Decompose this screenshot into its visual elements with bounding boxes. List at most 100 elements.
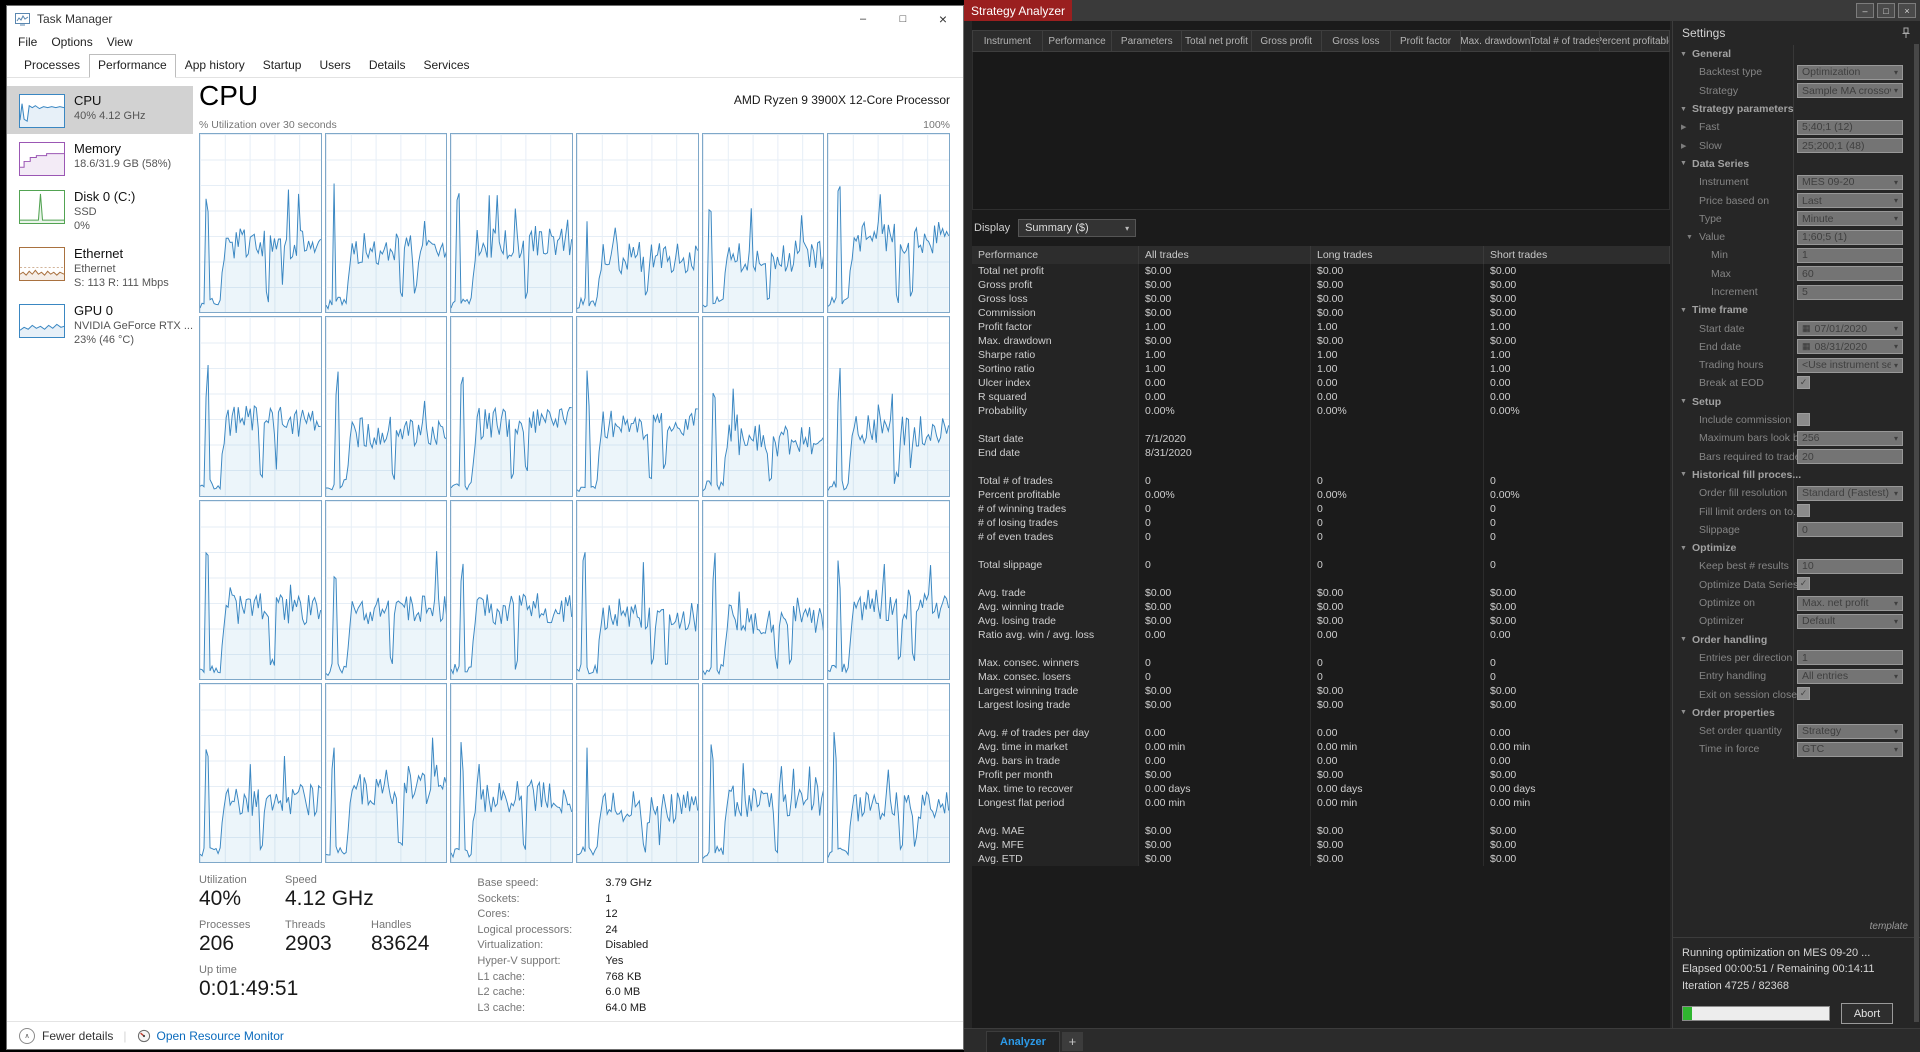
tab-app-history[interactable]: App history	[176, 54, 254, 77]
results-column-max-drawdown[interactable]: Max. drawdown	[1461, 31, 1531, 51]
maximum-bars-look-b-dropdown[interactable]: 256 ▾	[1797, 430, 1903, 446]
instrument-dropdown[interactable]: MES 09-20 ▾	[1797, 174, 1903, 190]
start-date-datepicker[interactable]: ▦ 07/01/2020 ▾	[1797, 321, 1903, 337]
strategy-dropdown[interactable]: Sample MA crossover▾	[1797, 83, 1903, 99]
section-collapse-icon[interactable]: ▼	[1680, 471, 1692, 478]
settings-scrollbar[interactable]	[1914, 44, 1919, 1022]
close-icon[interactable]: ×	[923, 6, 963, 32]
section-collapse-icon[interactable]: ▼	[1680, 636, 1692, 643]
column-header-short-trades[interactable]: Short trades	[1484, 246, 1670, 264]
window-title-tab[interactable]: Strategy Analyzer	[964, 0, 1073, 21]
include-commission-checkbox[interactable]	[1797, 412, 1810, 426]
time-in-force-dropdown[interactable]: GTC ▾	[1797, 741, 1903, 757]
section-collapse-icon[interactable]: ▼	[1680, 545, 1692, 552]
row-label	[972, 810, 1139, 824]
section-collapse-icon[interactable]: ▼	[1680, 51, 1692, 58]
menu-file[interactable]: File	[11, 34, 44, 50]
column-header-performance[interactable]: Performance	[972, 246, 1139, 264]
trading-hours-dropdown[interactable]: <Use instrument set...▾	[1797, 357, 1903, 373]
value-input[interactable]: 1;60;5 (1)	[1797, 229, 1903, 245]
price-based-on-dropdown[interactable]: Last ▾	[1797, 193, 1903, 209]
cell-value: 1.00	[1311, 320, 1484, 334]
set-order-quantity-dropdown[interactable]: Strategy ▾	[1797, 723, 1903, 739]
results-column-gross-loss[interactable]: Gross loss	[1322, 31, 1392, 51]
tab-processes[interactable]: Processes	[15, 54, 89, 77]
keep-best-results-input[interactable]: 10	[1797, 558, 1903, 574]
results-column-percent-profitable[interactable]: Percent profitable	[1600, 31, 1669, 51]
sidebar-item-cpu[interactable]: CPU 40% 4.12 GHz	[7, 86, 193, 134]
fewer-details-button[interactable]: ∧ Fewer details	[19, 1027, 113, 1044]
results-column-instrument[interactable]: Instrument	[973, 31, 1043, 51]
open-resource-monitor-link[interactable]: Open Resource Monitor	[137, 1029, 284, 1043]
task-manager-titlebar[interactable]: Task Manager – □ ×	[7, 6, 963, 32]
core-utilization-graph	[324, 316, 448, 497]
settings-row: Time in force GTC ▾	[1673, 740, 1912, 758]
results-column-gross-profit[interactable]: Gross profit	[1252, 31, 1322, 51]
section-collapse-icon[interactable]: ▼	[1680, 398, 1692, 405]
minimize-icon[interactable]: –	[1856, 3, 1874, 18]
fill-limit-orders-on-to-checkbox[interactable]	[1797, 504, 1810, 518]
abort-button[interactable]: Abort	[1841, 1003, 1893, 1024]
slippage-input[interactable]: 0	[1797, 522, 1903, 538]
tab-users[interactable]: Users	[310, 54, 359, 77]
strategy-analyzer-titlebar[interactable]: Strategy Analyzer – □ ×	[964, 0, 1920, 21]
expander-icon[interactable]: ▶	[1681, 123, 1686, 131]
close-icon[interactable]: ×	[1898, 3, 1916, 18]
expander-icon[interactable]: ▶	[1681, 142, 1686, 150]
template-link[interactable]: template	[1870, 921, 1908, 932]
cell-value: 0	[1139, 558, 1311, 572]
results-column-total-net-profit[interactable]: Total net profit	[1182, 31, 1252, 51]
fast-input[interactable]: 5;40;1 (12)	[1797, 119, 1903, 135]
disk-thumbnail-graph	[19, 190, 65, 224]
sidebar-item-gpu[interactable]: GPU 0 NVIDIA GeForce RTX ... 23% (46 °C)	[7, 296, 193, 353]
results-column-total-of-trades[interactable]: Total # of trades	[1531, 31, 1601, 51]
cpu-panel: CPU AMD Ryzen 9 3900X 12-Core Processor …	[193, 78, 963, 1021]
display-dropdown[interactable]: Summary ($) ▾	[1018, 219, 1137, 237]
section-collapse-icon[interactable]: ▼	[1680, 106, 1692, 113]
bars-required-to-trade-input[interactable]: 20	[1797, 449, 1903, 465]
pin-icon[interactable]	[1901, 27, 1911, 39]
tab-details[interactable]: Details	[360, 54, 415, 77]
tab-analyzer[interactable]: Analyzer	[986, 1031, 1060, 1052]
field-keep-best-results: 10	[1797, 558, 1903, 574]
order-fill-resolution-dropdown[interactable]: Standard (Fastest) ▾	[1797, 485, 1903, 501]
type-dropdown[interactable]: Minute ▾	[1797, 211, 1903, 227]
tab-services[interactable]: Services	[415, 54, 479, 77]
backtest-type-dropdown[interactable]: Optimization ▾	[1797, 64, 1903, 80]
entry-handling-dropdown[interactable]: All entries ▾	[1797, 668, 1903, 684]
menu-options[interactable]: Options	[44, 34, 99, 50]
optimize-data-series-checkbox[interactable]: ✓	[1797, 577, 1810, 591]
minimize-icon[interactable]: –	[843, 6, 883, 32]
results-column-parameters[interactable]: Parameters	[1112, 31, 1183, 51]
entries-per-direction-input[interactable]: 1	[1797, 650, 1903, 666]
exit-on-session-close-checkbox[interactable]: ✓	[1797, 687, 1810, 701]
maximize-icon[interactable]: □	[883, 6, 923, 32]
results-grid-body[interactable]	[972, 52, 1670, 210]
add-tab-button[interactable]: +	[1061, 1032, 1083, 1051]
max-input[interactable]: 60	[1797, 266, 1903, 282]
expander-icon[interactable]: ▼	[1686, 234, 1693, 241]
tab-performance[interactable]: Performance	[89, 54, 176, 78]
sidebar-item-memory[interactable]: Memory 18.6/31.9 GB (58%)	[7, 134, 193, 182]
results-column-performance[interactable]: Performance	[1043, 31, 1113, 51]
sidebar-item-ethernet[interactable]: Ethernet Ethernet S: 113 R: 111 Mbps	[7, 239, 193, 296]
increment-input[interactable]: 5	[1797, 284, 1903, 300]
break-at-eod-checkbox[interactable]: ✓	[1797, 375, 1810, 389]
sidebar-item-disk[interactable]: Disk 0 (C:) SSD 0%	[7, 182, 193, 239]
optimizer-dropdown[interactable]: Default ▾	[1797, 613, 1903, 629]
column-header-long-trades[interactable]: Long trades	[1311, 246, 1484, 264]
menu-view[interactable]: View	[100, 34, 140, 50]
slow-input[interactable]: 25;200;1 (48)	[1797, 138, 1903, 154]
optimize-on-dropdown[interactable]: Max. net profit ▾	[1797, 595, 1903, 611]
end-date-datepicker[interactable]: ▦ 08/31/2020 ▾	[1797, 339, 1903, 355]
results-column-profit-factor[interactable]: Profit factor	[1391, 31, 1461, 51]
min-input[interactable]: 1	[1797, 247, 1903, 263]
section-collapse-icon[interactable]: ▼	[1680, 307, 1692, 314]
section-collapse-icon[interactable]: ▼	[1680, 709, 1692, 716]
section-collapse-icon[interactable]: ▼	[1680, 160, 1692, 167]
column-header-all-trades[interactable]: All trades	[1139, 246, 1311, 264]
tab-startup[interactable]: Startup	[254, 54, 311, 77]
settings-row: ▼ Order handling	[1673, 631, 1912, 649]
sidebar-item-text: Ethernet Ethernet S: 113 R: 111 Mbps	[74, 245, 169, 290]
maximize-icon[interactable]: □	[1877, 3, 1895, 18]
